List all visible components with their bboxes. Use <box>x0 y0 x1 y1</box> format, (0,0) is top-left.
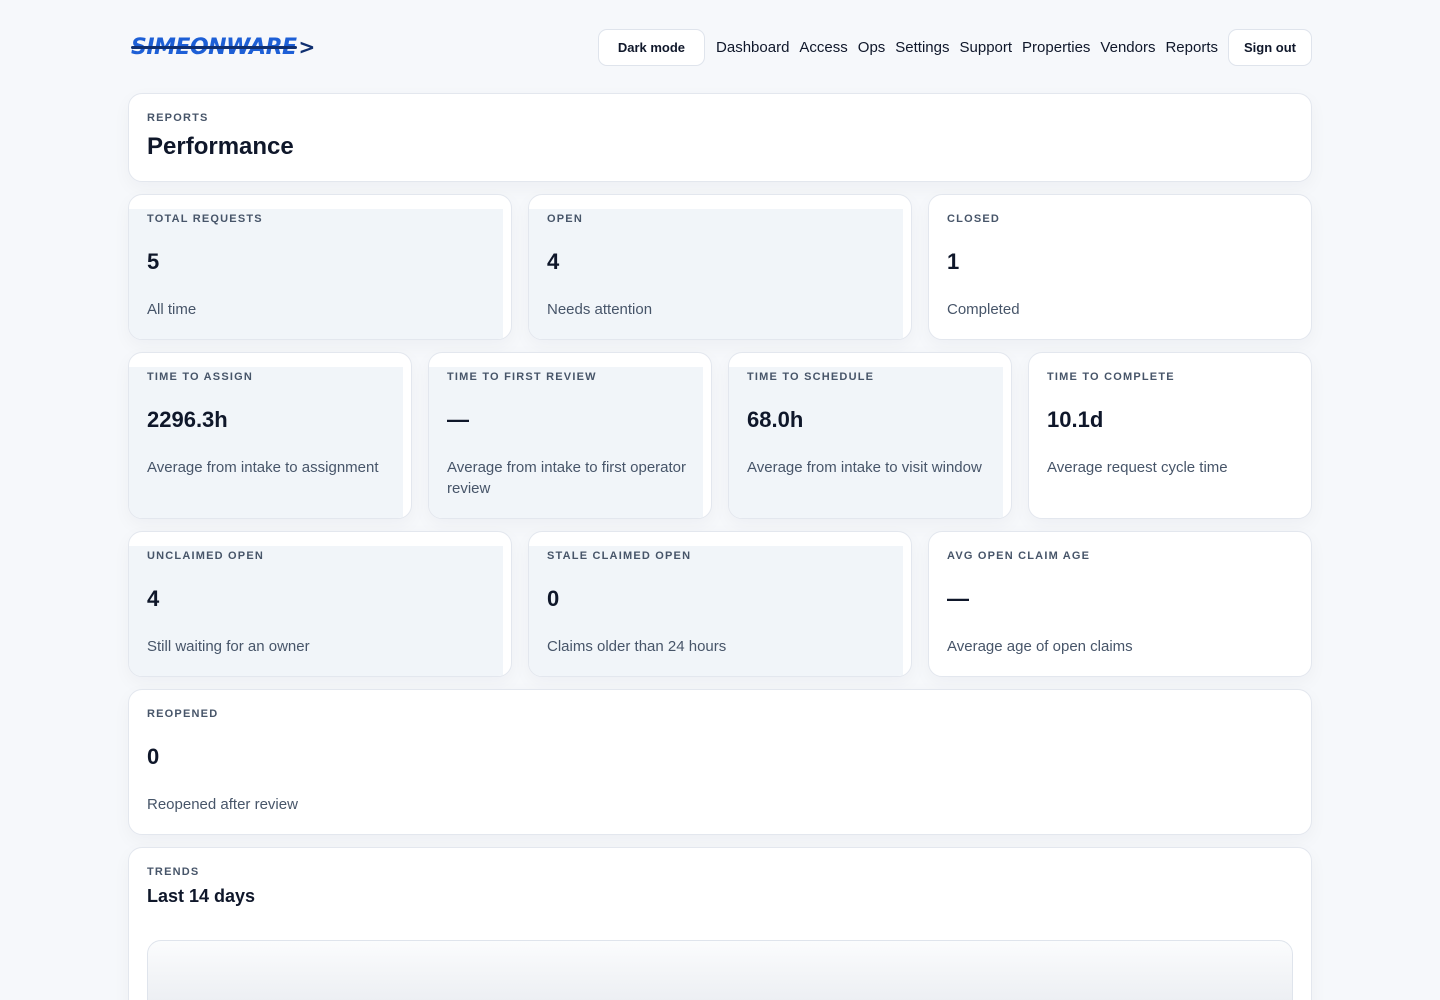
trends-card: TRENDS Last 14 days <box>128 847 1312 1000</box>
nav-link-ops[interactable]: Ops <box>858 39 886 56</box>
metric-label: TIME TO FIRST REVIEW <box>447 371 597 383</box>
metric-subtext: Average from intake to first operator re… <box>447 459 687 497</box>
metric-label: OPEN <box>547 213 583 225</box>
trends-chart-area <box>147 940 1293 1000</box>
trends-title: Last 14 days <box>147 886 256 906</box>
brand-strike-mark <box>131 46 297 49</box>
brand-arrow-icon: > <box>298 35 316 59</box>
metric-label: AVG OPEN CLAIM AGE <box>947 550 1091 562</box>
metric-value: 68.0h <box>747 407 804 432</box>
metric-card-open: OPEN 4 Needs attention <box>528 194 912 340</box>
metric-label: UNCLAIMED OPEN <box>147 550 265 562</box>
metric-subtext: Reopened after review <box>147 796 298 813</box>
metric-card-reopened: REOPENED 0 Reopened after review <box>128 689 1312 835</box>
nav-link-settings[interactable]: Settings <box>895 39 949 56</box>
metric-card-time-to-complete: TIME TO COMPLETE 10.1d Average request c… <box>1028 352 1312 519</box>
brand-logo[interactable]: SIMEONWARE > <box>128 31 315 63</box>
nav-link-dashboard[interactable]: Dashboard <box>716 39 789 56</box>
metric-subtext: Needs attention <box>547 301 653 318</box>
metric-value: 1 <box>947 249 960 274</box>
metric-label: CLOSED <box>947 213 1001 225</box>
metric-value: 5 <box>147 249 160 274</box>
metric-value: 10.1d <box>1047 407 1104 432</box>
metric-value: 0 <box>147 744 160 769</box>
metric-label: TIME TO SCHEDULE <box>747 371 875 383</box>
nav-link-support[interactable]: Support <box>960 39 1013 56</box>
metric-card-time-to-schedule: TIME TO SCHEDULE 68.0h Average from inta… <box>728 352 1012 519</box>
metric-subtext: Average from intake to visit window <box>747 459 982 476</box>
metric-value: — <box>447 407 469 432</box>
metric-subtext: All time <box>147 301 197 318</box>
metric-label: STALE CLAIMED OPEN <box>547 550 692 562</box>
metric-value: 4 <box>547 249 560 274</box>
metric-card-stale-claimed-open: STALE CLAIMED OPEN 0 Claims older than 2… <box>528 531 912 677</box>
metric-subtext: Completed <box>947 301 1020 318</box>
nav-link-reports[interactable]: Reports <box>1165 39 1218 56</box>
metric-card-time-to-first-review: TIME TO FIRST REVIEW — Average from inta… <box>428 352 712 519</box>
page-header-card: REPORTS Performance <box>128 93 1312 182</box>
metric-value: 4 <box>147 586 160 611</box>
top-header: SIMEONWARE > Dark mode Dashboard Access … <box>128 28 1312 66</box>
metric-value: — <box>947 586 969 611</box>
metric-value: 2296.3h <box>147 407 228 432</box>
metric-subtext: Average age of open claims <box>947 638 1133 655</box>
metric-label: TIME TO ASSIGN <box>147 371 254 383</box>
metric-label: TIME TO COMPLETE <box>1047 371 1175 383</box>
metric-subtext: Average request cycle time <box>1047 459 1228 476</box>
nav-link-vendors[interactable]: Vendors <box>1100 39 1155 56</box>
metric-card-avg-open-claim-age: AVG OPEN CLAIM AGE — Average age of open… <box>928 531 1312 677</box>
page-eyebrow: REPORTS <box>147 112 209 124</box>
metric-card-closed: CLOSED 1 Completed <box>928 194 1312 340</box>
sign-out-button[interactable]: Sign out <box>1228 28 1312 66</box>
page-title: Performance <box>147 133 294 160</box>
metric-card-time-to-assign: TIME TO ASSIGN 2296.3h Average from inta… <box>128 352 412 519</box>
metric-subtext: Average from intake to assignment <box>147 459 379 476</box>
trends-eyebrow: TRENDS <box>147 866 200 878</box>
main-nav: Dark mode Dashboard Access Ops Settings … <box>597 28 1312 66</box>
nav-link-access[interactable]: Access <box>799 39 847 56</box>
metric-label: REOPENED <box>147 708 219 720</box>
metric-subtext: Claims older than 24 hours <box>547 638 727 655</box>
metric-label: TOTAL REQUESTS <box>147 213 263 225</box>
metric-subtext: Still waiting for an owner <box>147 638 310 655</box>
nav-link-properties[interactable]: Properties <box>1022 39 1090 56</box>
performance-page: SIMEONWARE > Dark mode Dashboard Access … <box>0 0 1440 1000</box>
metric-card-unclaimed-open: UNCLAIMED OPEN 4 Still waiting for an ow… <box>128 531 512 677</box>
metric-value: 0 <box>547 586 560 611</box>
dark-mode-button[interactable]: Dark mode <box>597 28 706 66</box>
metric-card-total-requests: TOTAL REQUESTS 5 All time <box>128 194 512 340</box>
